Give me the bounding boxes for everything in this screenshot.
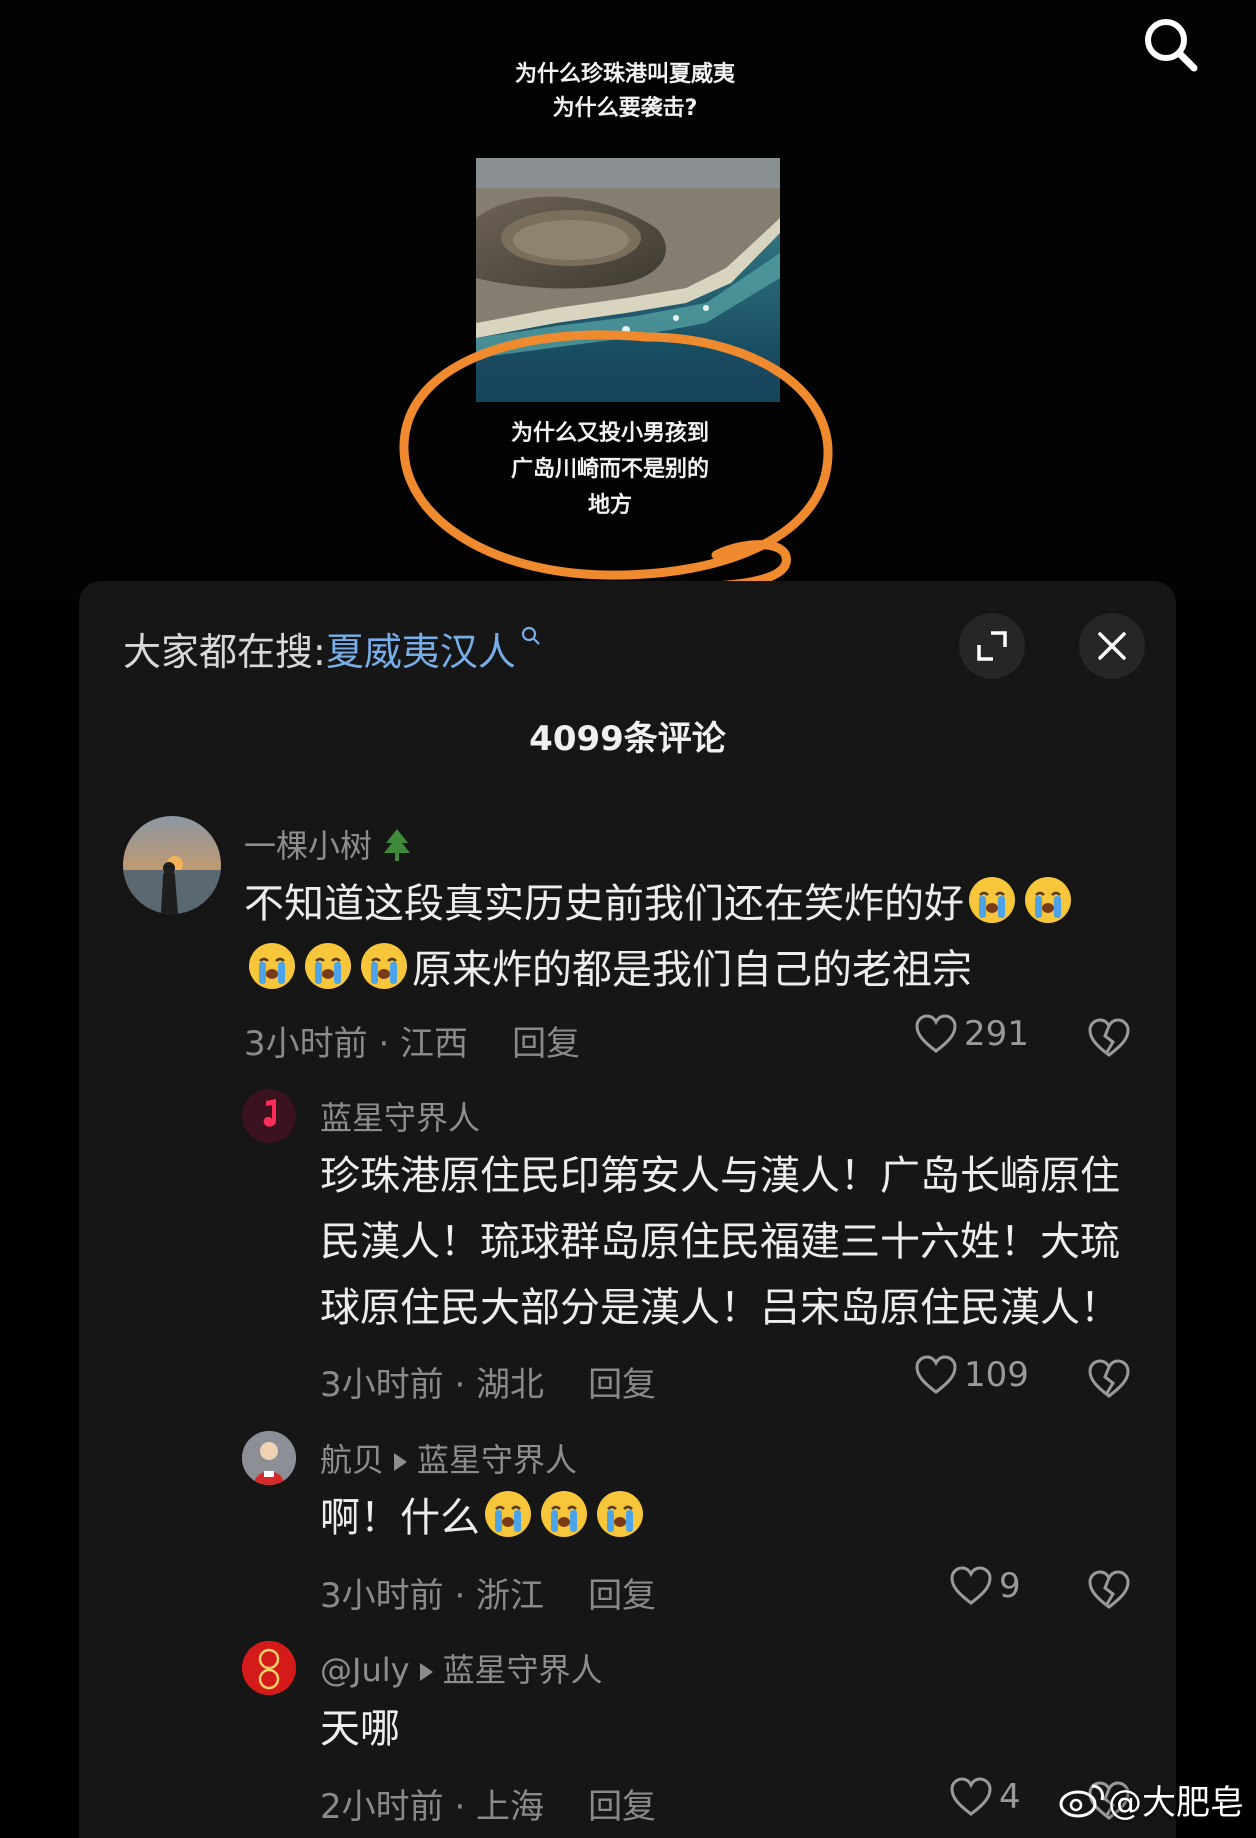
crying-emoji-icon (541, 1491, 587, 1537)
dislike-icon[interactable] (1087, 1018, 1131, 1058)
comment-username[interactable]: 蓝星守界人 (320, 1093, 480, 1139)
expand-icon (977, 631, 1007, 661)
close-button[interactable] (1079, 613, 1145, 679)
expand-button[interactable] (959, 613, 1025, 679)
comment-username[interactable]: 航贝 蓝星守界人 (320, 1435, 577, 1481)
comment-text: 不知道这段真实历史前我们还在笑炸的好 原来炸的都是我们自己的老祖宗 (244, 871, 1144, 1003)
reply-to-username[interactable]: 蓝星守界人 (443, 1651, 603, 1689)
mini-search-icon (521, 626, 540, 645)
crying-emoji-icon (305, 943, 351, 989)
crying-emoji-icon (1025, 877, 1071, 923)
comment-username[interactable]: @July 蓝星守界人 (320, 1645, 603, 1691)
avatar[interactable] (242, 1641, 296, 1695)
heart-icon (915, 1014, 957, 1053)
trending-search-label: 大家都在搜: (123, 630, 326, 674)
comment-time-location: 3小时前 · 浙江 (320, 1576, 545, 1616)
weibo-logo-icon (1059, 1784, 1104, 1817)
comment-meta: 2小时前 · 上海 回复 (320, 1779, 656, 1828)
tree-icon (384, 829, 411, 861)
comment-time-location: 3小时前 · 湖北 (320, 1365, 545, 1405)
crying-emoji-icon (361, 943, 407, 989)
comment-meta: 3小时前 · 湖北 回复 (320, 1357, 656, 1406)
reply-arrow-icon (394, 1453, 408, 1471)
like-button[interactable]: 109 (914, 1355, 1029, 1395)
weibo-watermark: @大肥皂 (1058, 1775, 1244, 1824)
comment-count: 4099条评论 (529, 719, 726, 759)
comment-meta: 3小时前 · 浙江 回复 (320, 1568, 656, 1617)
reply-button[interactable]: 回复 (588, 1576, 656, 1616)
reply-to-username[interactable]: 蓝星守界人 (417, 1441, 577, 1479)
heart-icon (950, 1777, 992, 1816)
video-caption-top: 为什么珍珠港叫夏威夷 为什么要袭击? (400, 58, 850, 126)
caption-line: 为什么珍珠港叫夏威夷 (514, 62, 735, 87)
avatar[interactable] (123, 816, 221, 914)
avatar[interactable] (242, 1089, 296, 1143)
like-count: 9 (999, 1566, 1021, 1606)
dislike-icon[interactable] (1087, 1570, 1131, 1610)
comment-time-location: 3小时前 · 江西 (244, 1024, 469, 1064)
like-button[interactable]: 291 (914, 1014, 1029, 1054)
dislike-icon[interactable] (1087, 1359, 1131, 1399)
avatar[interactable] (242, 1431, 296, 1485)
comment-time-location: 2小时前 · 上海 (320, 1787, 545, 1827)
comment-username[interactable]: 一棵小树 (244, 821, 412, 867)
comment-panel: 大家都在搜:夏威夷汉人 4099条评论 一棵小树 不知道这段真实历史前我们还在笑… (79, 581, 1176, 1838)
trending-search-link[interactable]: 夏威夷汉人 (326, 630, 516, 674)
reply-arrow-icon (419, 1663, 433, 1681)
comment-text: 珍珠港原住民印第安人与漢人！广岛长崎原住 民漢人！琉球群岛原住民福建三十六姓！大… (320, 1153, 1120, 1331)
crying-emoji-icon (597, 1491, 643, 1537)
trending-search-bar[interactable]: 大家都在搜:夏威夷汉人 (123, 621, 542, 676)
crying-emoji-icon (249, 943, 295, 989)
heart-icon (950, 1566, 992, 1605)
like-button[interactable]: 4 (949, 1777, 1021, 1817)
comment-text: 啊！什么 (320, 1485, 1120, 1551)
like-count: 291 (964, 1014, 1029, 1054)
like-button[interactable]: 9 (949, 1566, 1021, 1606)
reply-button[interactable]: 回复 (512, 1024, 580, 1064)
comment-text: 天哪 (320, 1706, 400, 1752)
reply-button[interactable]: 回复 (588, 1365, 656, 1405)
like-count: 4 (999, 1777, 1021, 1817)
video-player[interactable]: 为什么珍珠港叫夏威夷 为什么要袭击? 为什么又投小男孩到 广岛川崎而不是别的 地… (0, 0, 1256, 600)
crying-emoji-icon (485, 1491, 531, 1537)
reply-button[interactable]: 回复 (588, 1787, 656, 1827)
crying-emoji-icon (969, 877, 1015, 923)
heart-icon (915, 1355, 957, 1394)
close-icon (1098, 632, 1126, 660)
search-icon[interactable] (1140, 14, 1202, 76)
comment-meta: 3小时前 · 江西 回复 (244, 1016, 580, 1065)
caption-line: 为什么要袭击? (552, 96, 698, 121)
orange-annotation-circle (399, 330, 833, 592)
like-count: 109 (964, 1355, 1029, 1395)
